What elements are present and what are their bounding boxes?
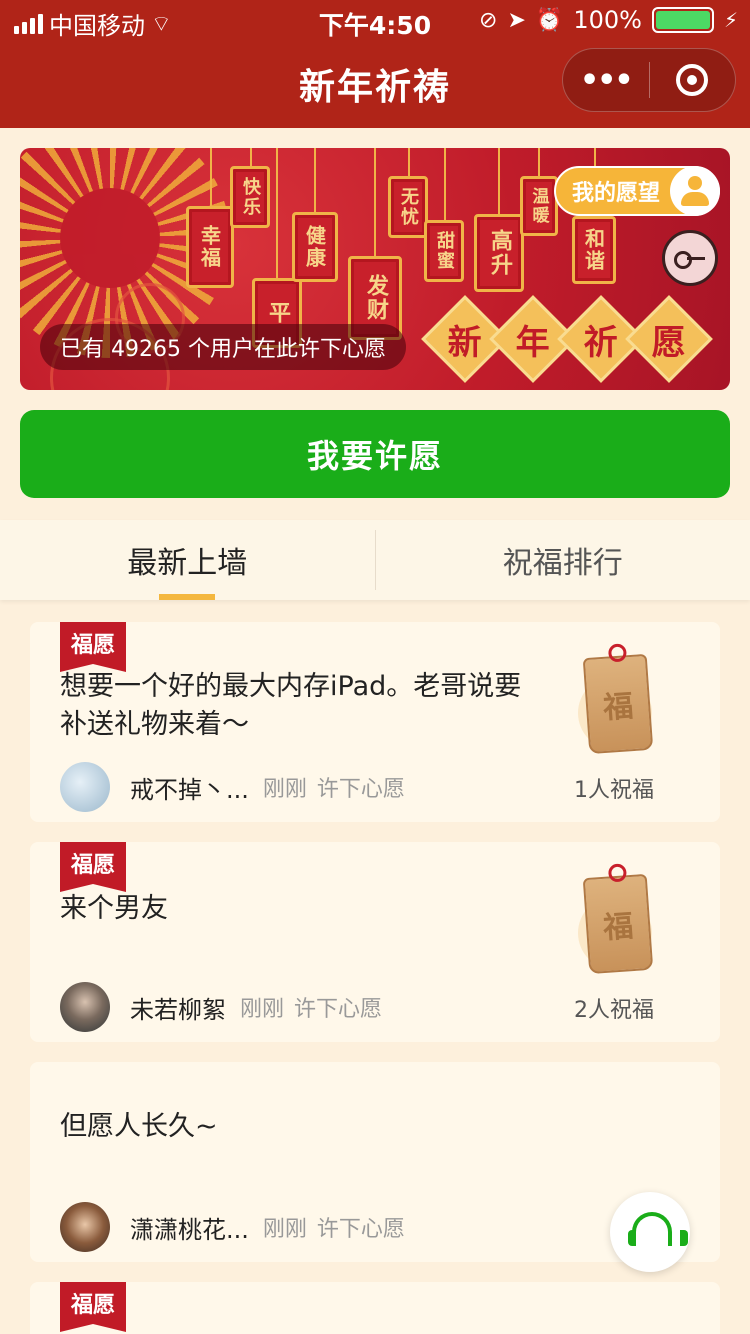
lantern: 温暖 [520, 176, 558, 236]
lantern: 健康 [292, 212, 338, 282]
avatar[interactable] [60, 1202, 110, 1252]
customer-service-button[interactable] [610, 1192, 690, 1272]
blessing-count: 2人祝福 [574, 998, 654, 1023]
wish-action: 许下心愿 [294, 997, 383, 1022]
tab-bar: 最新上墙 祝福排行 [0, 520, 750, 600]
rotation-lock-icon: ⊘ [479, 7, 498, 33]
lantern: 和谐 [572, 216, 616, 284]
wish-text: 但愿人长久~ [60, 1111, 218, 1142]
lantern: 幸福 [186, 206, 234, 288]
wish-badge: 福愿 [60, 622, 126, 672]
wish-card[interactable]: 福愿 来个男友 未若柳絮 刚刚 许下心愿 福 2人祝福 [30, 842, 720, 1042]
music-icon [674, 251, 706, 269]
avatar[interactable] [60, 982, 110, 1032]
status-bar: 中国移动 ⌔ 下午4:50 ⊘ ➤ ⏰ 100% ⚡ [0, 0, 750, 40]
wish-card[interactable]: 福愿 想要一个好的最大内存iPad。老哥说要补送礼物来着～ 戒不掉丶... 刚刚… [30, 622, 720, 822]
mini-program-capsule: ••• [562, 48, 736, 112]
my-wish-label: 我的愿望 [571, 181, 660, 206]
headset-icon [628, 1212, 688, 1252]
user-name[interactable]: 潇潇桃花... [130, 1210, 249, 1245]
avatar[interactable] [60, 762, 110, 812]
more-menu-button[interactable]: ••• [563, 63, 649, 98]
blessing-tag-icon[interactable]: 福 [582, 873, 654, 975]
close-button[interactable] [650, 64, 736, 96]
banner: 幸福 快乐 平 健康 发财 无忧 甜蜜 高升 温暖 和谐 我的愿望 已有 492… [20, 148, 730, 390]
lantern: 甜蜜 [424, 220, 464, 282]
wish-time: 刚刚 [262, 777, 307, 802]
user-name[interactable]: 未若柳絮 [130, 990, 226, 1025]
top-bar: 中国移动 ⌔ 下午4:50 ⊘ ➤ ⏰ 100% ⚡ 新年祈祷 ••• [0, 0, 750, 128]
banner-title: 新 年 祈 愿 [421, 295, 713, 383]
tab-latest[interactable]: 最新上墙 [0, 520, 375, 600]
tab-ranking[interactable]: 祝福排行 [376, 520, 750, 600]
music-toggle-button[interactable] [662, 230, 718, 286]
lantern: 快乐 [230, 166, 270, 228]
wish-action: 许下心愿 [316, 777, 405, 802]
wish-text: 来个男友 [60, 893, 168, 924]
wish-badge: 福愿 [60, 842, 126, 892]
wish-time: 刚刚 [240, 997, 285, 1022]
battery-percent: 100% [573, 6, 642, 34]
blessing-tag-icon[interactable]: 福 [582, 653, 654, 755]
my-wish-button[interactable]: 我的愿望 [553, 166, 720, 216]
wish-badge: 福愿 [60, 1282, 126, 1332]
close-icon [676, 64, 709, 96]
location-icon: ➤ [507, 7, 526, 33]
charging-icon: ⚡ [723, 8, 738, 32]
wish-time: 刚刚 [262, 1217, 307, 1242]
wish-action: 许下心愿 [316, 1217, 405, 1242]
alarm-icon: ⏰ [535, 7, 564, 33]
lantern: 无忧 [388, 176, 428, 238]
wish-text: 想要一个好的最大内存iPad。老哥说要补送礼物来着～ [60, 671, 522, 740]
lantern: 高升 [474, 214, 524, 292]
user-name[interactable]: 戒不掉丶... [130, 770, 249, 805]
blessing-count: 1人祝福 [574, 778, 654, 803]
user-count-label: 已有 49265 个用户在此许下心愿 [40, 324, 406, 370]
battery-icon [651, 7, 714, 33]
user-icon [670, 166, 720, 216]
make-wish-button[interactable]: 我要许愿 [20, 410, 730, 498]
wish-card[interactable]: 福愿 [30, 1282, 720, 1334]
